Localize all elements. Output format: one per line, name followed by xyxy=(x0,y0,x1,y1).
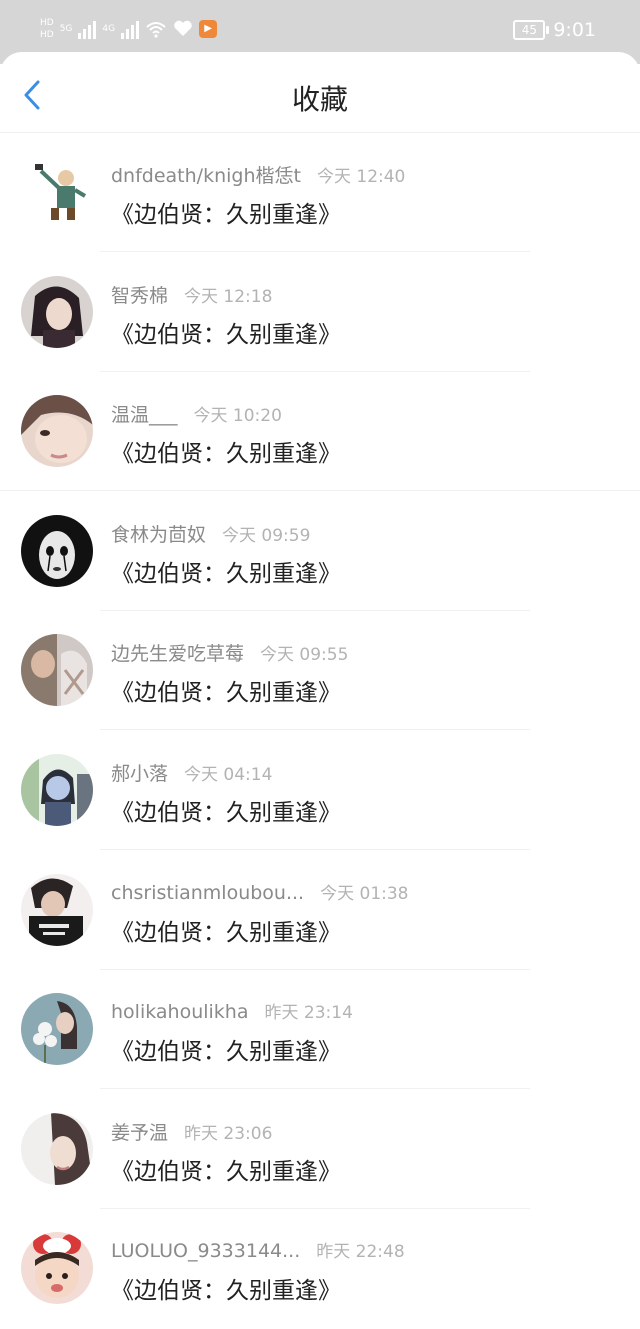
list-item[interactable]: 智秀棉 今天 12:18 《边伯贤：久别重逢》 xyxy=(0,253,640,373)
avatar[interactable] xyxy=(21,993,93,1066)
timestamp: 今天 12:40 xyxy=(316,167,406,187)
timestamp: 昨天 22:48 xyxy=(316,1242,405,1263)
list-item[interactable]: 食林为茴奴 今天 09:59 《边伯贤：久别重逢》 xyxy=(0,492,640,612)
work-title: 《边伯贤：久别重逢》 xyxy=(111,1039,341,1066)
user-name: 郝小落 今天 04:14 xyxy=(111,762,273,785)
favorites-list: dnfdeath/knigh楷恁t 今天 12:40 《边伯贤：久别重逢》 智秀棉… xyxy=(0,133,640,1329)
network-tag: HD xyxy=(40,18,54,28)
avatar[interactable] xyxy=(21,156,93,228)
timestamp: 昨天 23:14 xyxy=(264,1003,353,1024)
timestamp: 今天 10:20 xyxy=(193,406,282,427)
work-title: 《边伯贤：久别重逢》 xyxy=(111,1278,341,1305)
work-title: 《边伯贤：久别重逢》 xyxy=(111,799,341,826)
user-name: 智秀棉 今天 12:18 xyxy=(111,284,273,307)
page-title: 收藏 xyxy=(291,83,348,116)
status-network: HD HD 5G 4G ▶ xyxy=(40,18,218,40)
avatar[interactable] xyxy=(21,1232,93,1305)
list-item[interactable]: 边先生爱吃草莓 今天 09:55 《边伯贤：久别重逢》 xyxy=(0,611,640,731)
work-title: 《边伯贤：久别重逢》 xyxy=(111,919,341,946)
wifi-icon xyxy=(146,22,166,38)
timestamp: 今天 09:59 xyxy=(222,525,311,546)
avatar[interactable] xyxy=(21,1112,93,1185)
clock: 9:01 xyxy=(553,19,596,41)
list-item[interactable]: LUOLUO_9333144... 昨天 22:48 《边伯贤：久别重逢》 xyxy=(0,1209,640,1329)
list-item[interactable]: 姜予温 昨天 23:06 《边伯贤：久别重逢》 xyxy=(0,1090,640,1210)
list-item[interactable]: chsristianmloubou... 今天 01:38 《边伯贤：久别重逢》 xyxy=(0,851,640,971)
avatar[interactable] xyxy=(21,514,93,587)
user-name: 食林为茴奴 今天 09:59 xyxy=(111,523,311,546)
avatar[interactable] xyxy=(21,395,93,468)
signal-icon xyxy=(78,19,97,39)
status-right: 45 9:01 xyxy=(513,19,596,41)
avatar[interactable] xyxy=(21,634,93,707)
list-item[interactable]: 温温___ 今天 10:20 《边伯贤：久别重逢》 xyxy=(0,372,640,492)
user-name: 姜予温 昨天 23:06 xyxy=(111,1121,273,1144)
list-item[interactable]: 郝小落 今天 04:14 《边伯贤：久别重逢》 xyxy=(0,731,640,851)
play-icon: ▶ xyxy=(199,20,218,38)
user-name: 温温___ 今天 10:20 xyxy=(111,404,282,427)
list-item[interactable]: dnfdeath/knigh楷恁t 今天 12:40 《边伯贤：久别重逢》 xyxy=(0,133,640,253)
timestamp: 今天 12:18 xyxy=(184,286,273,307)
work-title: 《边伯贤：久别重逢》 xyxy=(111,321,341,348)
work-title: 《边伯贤：久别重逢》 xyxy=(111,1158,341,1185)
timestamp: 今天 01:38 xyxy=(320,883,409,904)
user-name: chsristianmloubou... 今天 01:38 xyxy=(111,881,409,904)
work-title: 《边伯贤：久别重逢》 xyxy=(111,560,341,587)
work-title: 《边伯贤：久别重逢》 xyxy=(111,441,341,468)
list-item[interactable]: holikahoulikha 昨天 23:14 《边伯贤：久别重逢》 xyxy=(0,970,640,1090)
avatar[interactable] xyxy=(21,873,93,946)
user-name: holikahoulikha 昨天 23:14 xyxy=(111,1001,353,1024)
user-name: LUOLUO_9333144... 昨天 22:48 xyxy=(111,1240,405,1263)
timestamp: 昨天 23:06 xyxy=(184,1123,273,1144)
user-name: 边先生爱吃草莓 今天 09:55 xyxy=(111,643,349,666)
timestamp: 今天 04:14 xyxy=(184,764,273,785)
timestamp: 今天 09:55 xyxy=(260,645,349,666)
avatar[interactable] xyxy=(21,753,93,826)
work-title: 《边伯贤：久别重逢》 xyxy=(111,202,341,228)
nav-header: 收藏 xyxy=(0,52,640,133)
heart-icon xyxy=(174,20,192,36)
battery-icon: 45 xyxy=(513,20,550,40)
user-name: dnfdeath/knigh楷恁t 今天 12:40 xyxy=(111,165,406,187)
signal-icon xyxy=(121,19,140,39)
network-tag: 5G xyxy=(59,24,73,34)
network-tag: HD xyxy=(40,30,54,40)
avatar[interactable] xyxy=(21,275,93,348)
network-tag: 4G xyxy=(102,24,116,34)
work-title: 《边伯贤：久别重逢》 xyxy=(111,680,341,707)
